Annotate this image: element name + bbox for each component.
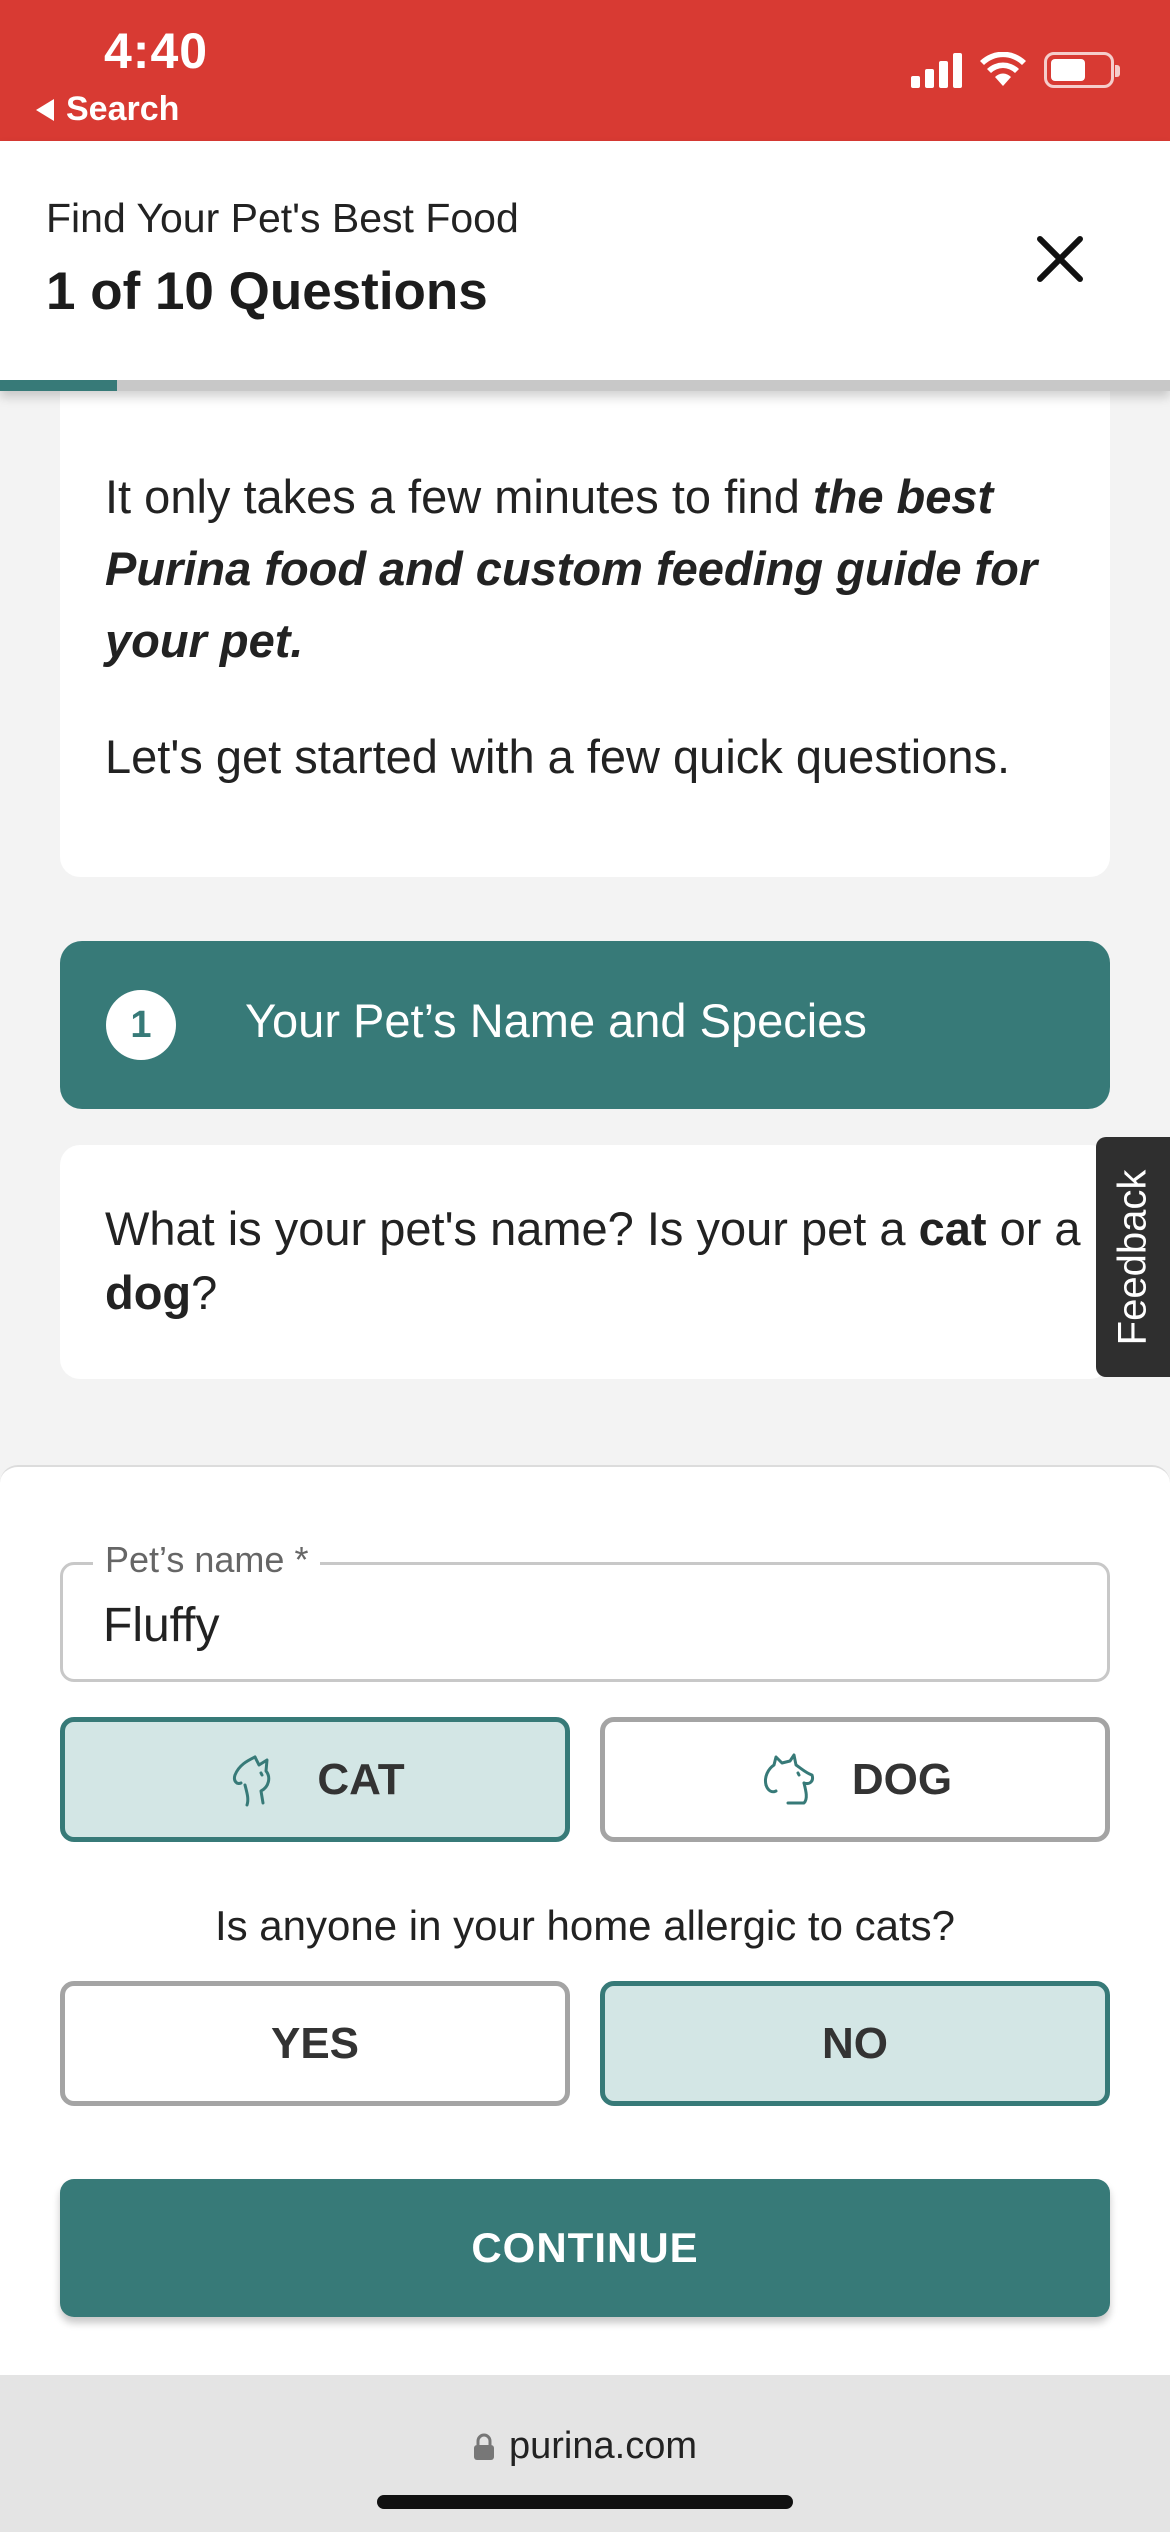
dog-icon bbox=[763, 1753, 814, 1804]
question-counter: 1 of 10 Questions bbox=[46, 262, 488, 321]
progress-fill bbox=[0, 380, 117, 391]
question-card: What is your pet's name? Is your pet a c… bbox=[60, 1145, 1110, 1379]
cat-icon bbox=[233, 1755, 271, 1806]
status-time: 4:40 bbox=[104, 23, 209, 79]
allergy-yes-button[interactable]: YES bbox=[60, 1981, 570, 2106]
quiz-header: Find Your Pet's Best Food 1 of 10 Questi… bbox=[0, 141, 1170, 391]
dog-label: DOG bbox=[851, 1754, 953, 1804]
url-text: purina.com bbox=[509, 2425, 697, 2467]
quiz-subtitle: Find Your Pet's Best Food bbox=[46, 195, 519, 241]
pet-name-value: Fluffy bbox=[103, 1599, 220, 1652]
intro-card: It only takes a few minutes to find the … bbox=[60, 391, 1110, 877]
lock-icon bbox=[474, 2433, 494, 2460]
intro-subtext: Let's get started with a few quick quest… bbox=[105, 730, 1011, 783]
progress-bar bbox=[0, 380, 1170, 391]
status-icons bbox=[911, 52, 1120, 88]
url-display[interactable]: purina.com bbox=[0, 2425, 1170, 2468]
allergy-question: Is anyone in your home allergic to cats? bbox=[214, 1902, 956, 1949]
step-number-badge: 1 bbox=[106, 990, 176, 1060]
section-header: 1 Your Pet’s Name and Species bbox=[60, 941, 1110, 1109]
pet-name-field[interactable]: Pet’s name * Fluffy bbox=[60, 1539, 1110, 1682]
home-indicator[interactable] bbox=[377, 2495, 793, 2509]
continue-button[interactable]: CONTINUE bbox=[60, 2179, 1110, 2317]
status-bar: 4:40 Search bbox=[0, 0, 1170, 141]
battery-icon bbox=[1044, 52, 1120, 88]
intro-text: It only takes a few minutes to find the … bbox=[105, 470, 1038, 667]
close-button[interactable] bbox=[1030, 229, 1090, 289]
allergy-no-button[interactable]: NO bbox=[600, 1981, 1110, 2106]
cat-label: CAT bbox=[317, 1754, 405, 1804]
feedback-label: Feedback bbox=[1110, 1169, 1155, 1345]
form-panel: Pet’s name * Fluffy CAT DOG Is anyone in… bbox=[0, 1465, 1170, 2375]
yes-label: YES bbox=[270, 2018, 360, 2068]
wifi-icon bbox=[980, 52, 1026, 86]
back-label: Search bbox=[66, 90, 180, 128]
back-to-search-link[interactable]: Search bbox=[36, 90, 179, 129]
back-arrow-icon bbox=[36, 98, 54, 121]
question-text: What is your pet's name? Is your pet a c… bbox=[105, 1202, 1081, 1319]
cellular-signal-icon bbox=[911, 52, 962, 88]
feedback-tab[interactable]: Feedback bbox=[1096, 1137, 1170, 1377]
section-title: Your Pet’s Name and Species bbox=[245, 994, 867, 1047]
no-label: NO bbox=[822, 2018, 888, 2068]
pet-name-label: Pet’s name * bbox=[93, 1539, 321, 1581]
close-icon bbox=[1037, 236, 1083, 282]
cat-button[interactable]: CAT bbox=[60, 1717, 570, 1842]
browser-url-bar[interactable]: purina.com bbox=[0, 2375, 1170, 2532]
dog-button[interactable]: DOG bbox=[600, 1717, 1110, 1842]
